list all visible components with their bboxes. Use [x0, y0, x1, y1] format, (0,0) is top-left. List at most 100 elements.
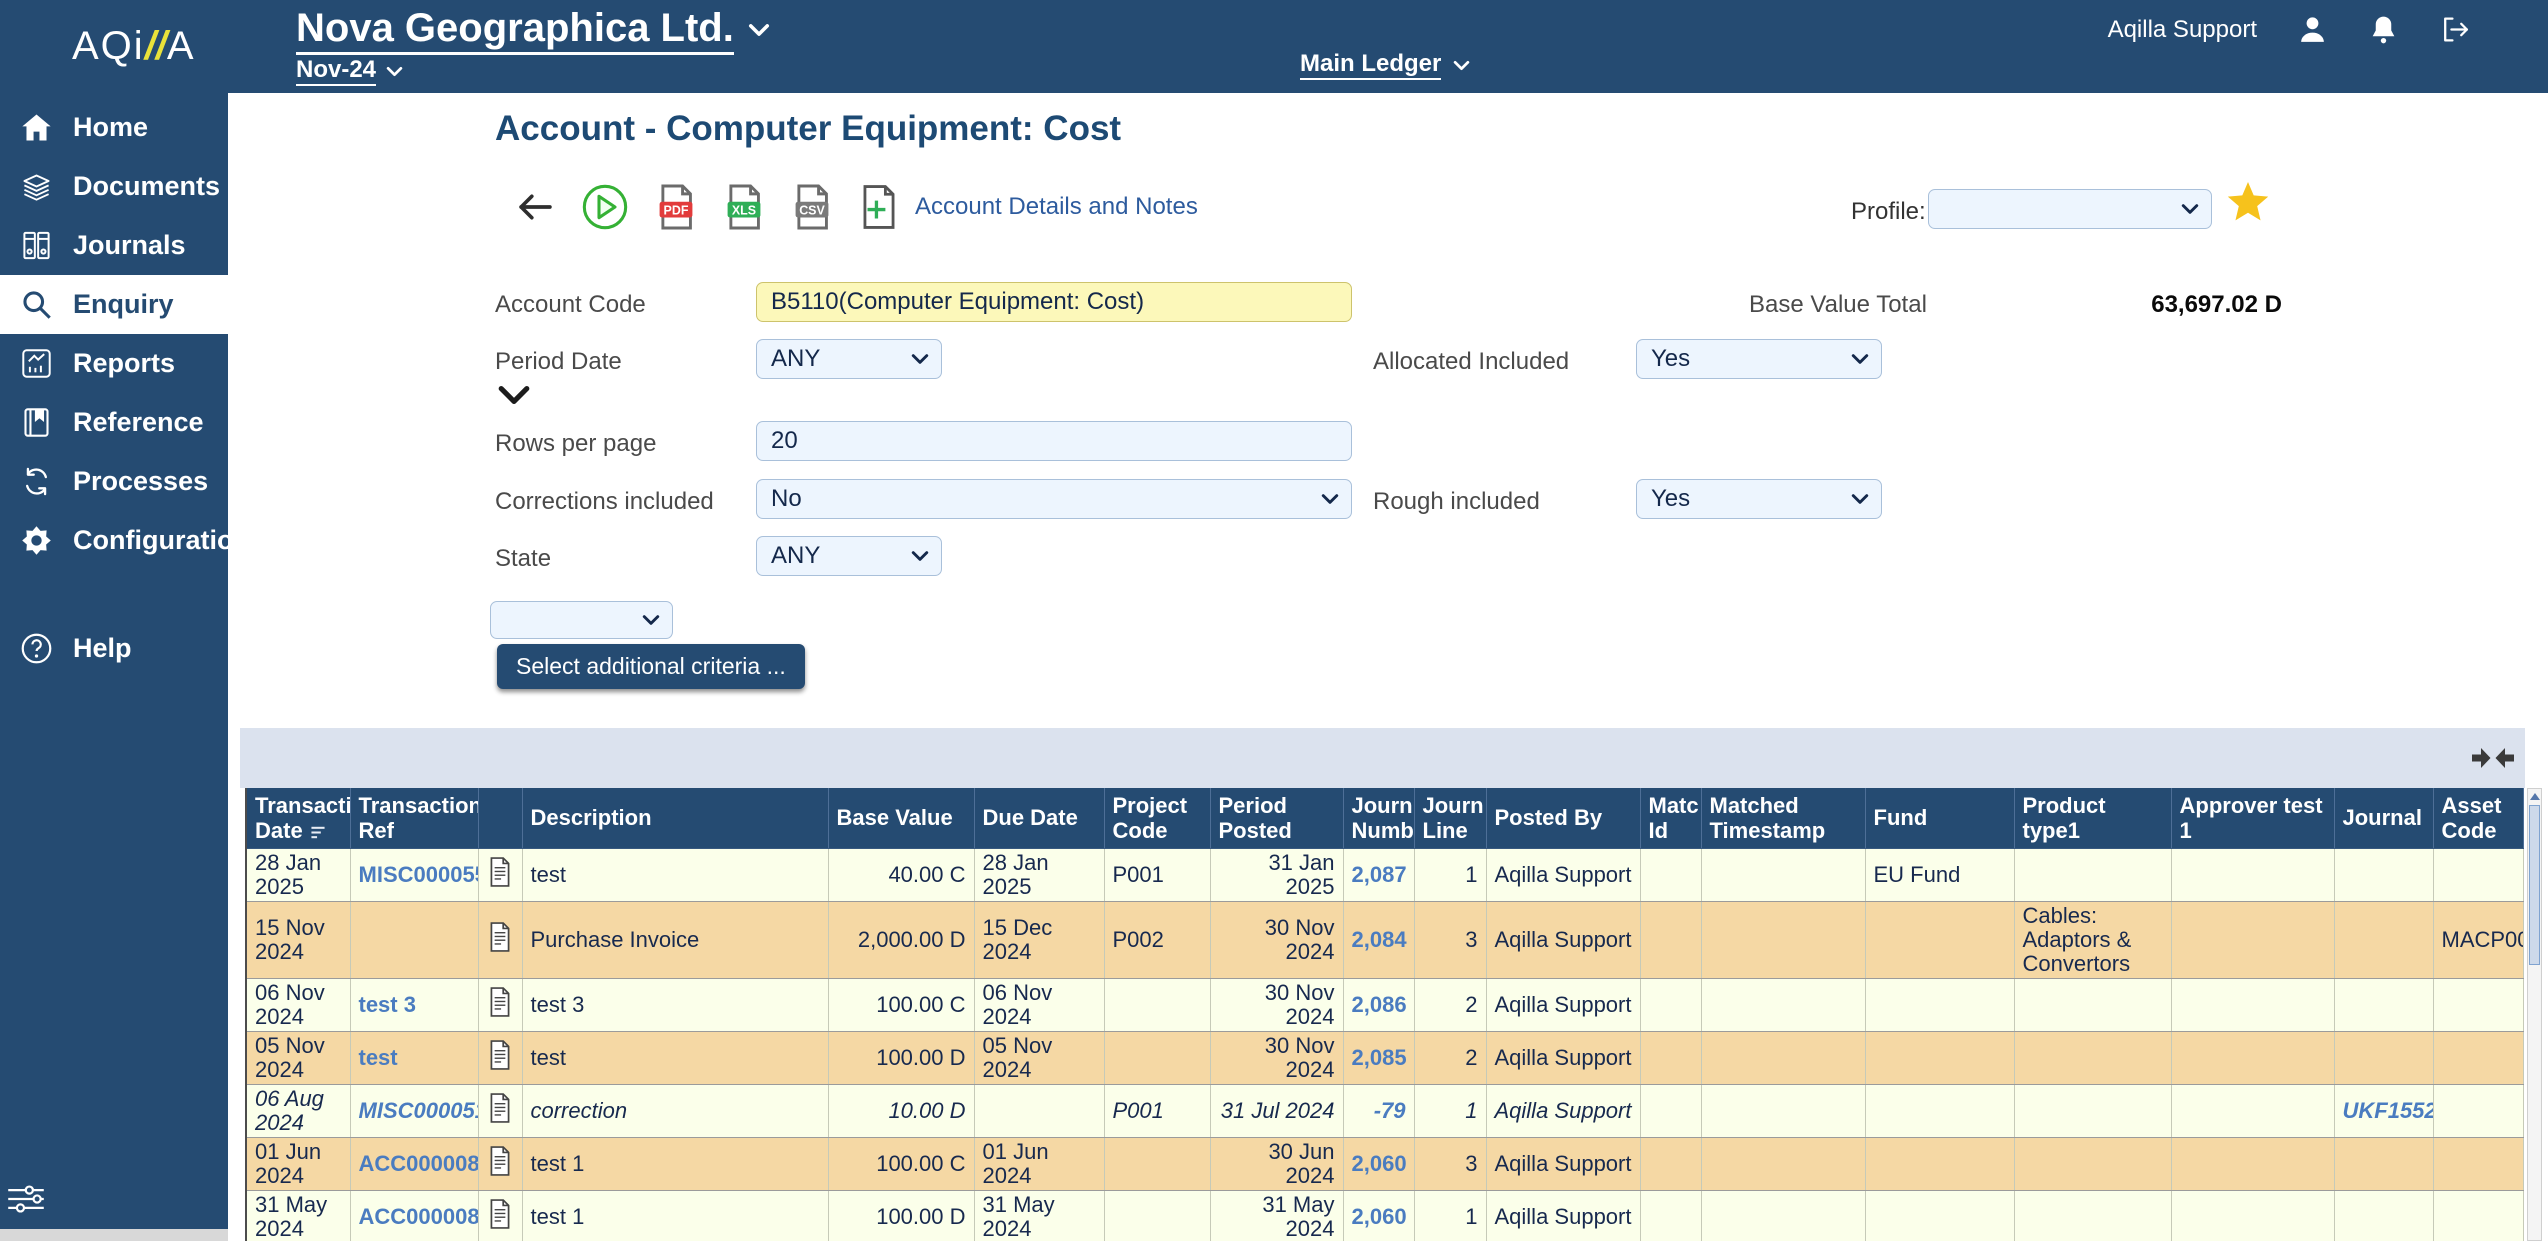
col-header-match-id[interactable]: Matc Id [1640, 788, 1701, 848]
vertical-scrollbar[interactable] [2527, 788, 2542, 1241]
corrections-included-select[interactable]: No [756, 479, 1352, 519]
sidebar-item-processes[interactable]: Processes [0, 452, 228, 511]
col-header-posted-by[interactable]: Posted By [1486, 788, 1640, 848]
col-header-matched-timestamp[interactable]: Matched Timestamp [1701, 788, 1865, 848]
cell-due-date: 31 May 2024 [974, 1190, 1104, 1241]
col-header-icon[interactable] [478, 788, 522, 848]
cell-matched-timestamp [1701, 1190, 1865, 1241]
star-icon[interactable] [2226, 181, 2270, 223]
col-header-transaction-ref[interactable]: Transaction Ref [350, 788, 478, 848]
sidebar-item-label: Documents [73, 171, 220, 202]
transaction-ref-link[interactable]: test 3 [359, 992, 416, 1017]
document-icon[interactable] [488, 857, 512, 887]
collapse-columns-icon[interactable] [2470, 743, 2516, 773]
cell-approver-test1 [2171, 978, 2334, 1031]
transaction-ref-link[interactable]: test [359, 1045, 398, 1070]
sidebar-item-label: Enquiry [73, 289, 174, 320]
sidebar-item-reference[interactable]: Reference [0, 393, 228, 452]
cell-journal-line: 1 [1414, 1084, 1486, 1137]
extra-criteria-select[interactable] [490, 601, 673, 639]
transaction-ref-link[interactable]: MISC000055 [359, 862, 479, 887]
horizontal-scrollbar[interactable] [0, 1229, 228, 1241]
journal-number-link[interactable]: 2,087 [1352, 862, 1407, 887]
transaction-ref-link[interactable]: ACC000008 [359, 1151, 479, 1176]
expand-criteria-icon[interactable] [498, 385, 530, 405]
user-name[interactable]: Aqilla Support [2108, 16, 2257, 44]
toolbar: PDF XLS CSV Account Details and Notes [515, 179, 1198, 235]
document-icon[interactable] [488, 1040, 512, 1070]
scroll-up-arrow-icon[interactable] [2530, 793, 2540, 800]
sidebar-item-configuration[interactable]: Configuration [0, 511, 228, 570]
rows-per-page-input[interactable] [756, 421, 1352, 461]
cell-journal-line: 2 [1414, 978, 1486, 1031]
col-header-period-posted[interactable]: Period Posted [1210, 788, 1343, 848]
col-header-journal-line[interactable]: Journ Line [1414, 788, 1486, 848]
journal-number-link[interactable]: 2,084 [1352, 927, 1407, 952]
select-additional-criteria-button[interactable]: Select additional criteria ... [497, 644, 805, 689]
sidebar-item-enquiry[interactable]: Enquiry [0, 275, 228, 334]
sidebar-item-label: Configuration [73, 525, 250, 556]
document-icon[interactable] [488, 1146, 512, 1176]
page-title: Account - Computer Equipment: Cost [495, 109, 1121, 149]
back-icon[interactable] [515, 191, 555, 223]
col-header-base-value[interactable]: Base Value [828, 788, 974, 848]
bell-icon[interactable] [2368, 14, 2399, 45]
sidebar-item-reports[interactable]: Reports [0, 334, 228, 393]
col-header-project-code[interactable]: Project Code [1104, 788, 1210, 848]
cell-matched-timestamp [1701, 901, 1865, 978]
cell-product-type1 [2014, 1031, 2171, 1084]
profile-select[interactable] [1928, 189, 2212, 229]
document-icon[interactable] [488, 1199, 512, 1229]
user-icon[interactable] [2297, 14, 2328, 45]
account-code-input[interactable] [756, 282, 1352, 322]
pdf-icon[interactable]: PDF [655, 183, 697, 231]
allocated-included-select[interactable]: Yes [1636, 339, 1882, 379]
journal-number-link[interactable]: -79 [1374, 1098, 1406, 1123]
journal-number-link[interactable]: 2,085 [1352, 1045, 1407, 1070]
col-header-description[interactable]: Description [522, 788, 828, 848]
sidebar-item-home[interactable]: Home [0, 98, 228, 157]
transaction-ref-link[interactable]: ACC000008 [359, 1204, 479, 1229]
col-header-transaction-date[interactable]: Transacti Date [246, 788, 350, 848]
run-icon[interactable] [581, 183, 629, 231]
app-window: AQi//A Nova Geographica Ltd. Nov-24 Main… [0, 0, 2548, 1241]
journal-number-link[interactable]: 2,060 [1352, 1151, 1407, 1176]
xls-icon[interactable]: XLS [723, 183, 765, 231]
state-select[interactable]: ANY [756, 536, 942, 576]
col-header-journal-number[interactable]: Journ Numb [1343, 788, 1414, 848]
period-menu[interactable]: Nov-24 [296, 56, 403, 86]
rough-included-select[interactable]: Yes [1636, 479, 1882, 519]
document-icon[interactable] [488, 1093, 512, 1123]
app-logo[interactable]: AQi//A [72, 24, 196, 69]
journal-number-link[interactable]: 2,060 [1352, 1204, 1407, 1229]
sliders-icon[interactable] [6, 1182, 46, 1216]
csv-icon[interactable]: CSV [791, 183, 833, 231]
logout-icon[interactable] [2439, 14, 2470, 45]
transaction-ref-link[interactable]: MISC000051 [359, 1098, 479, 1123]
period-label: Nov-24 [296, 56, 376, 86]
cell-due-date: 05 Nov 2024 [974, 1031, 1104, 1084]
col-header-due-date[interactable]: Due Date [974, 788, 1104, 848]
sidebar-item-journals[interactable]: Journals [0, 216, 228, 275]
journal-link[interactable]: UKF1552 [2343, 1098, 2434, 1123]
add-note-icon[interactable] [859, 184, 899, 230]
col-header-fund[interactable]: Fund [1865, 788, 2014, 848]
account-details-link[interactable]: Account Details and Notes [915, 193, 1198, 221]
company-menu[interactable]: Nova Geographica Ltd. [296, 4, 770, 55]
col-header-approver-test1[interactable]: Approver test 1 [2171, 788, 2334, 848]
scrollbar-thumb[interactable] [2529, 805, 2540, 965]
ledger-menu[interactable]: Main Ledger [1300, 50, 1470, 80]
cell-description: test [522, 1031, 828, 1084]
col-header-product-type1[interactable]: Product type1 [2014, 788, 2171, 848]
table-row: 01 Jun 2024ACC000008test 1100.00 C01 Jun… [246, 1137, 2523, 1190]
col-header-asset-code[interactable]: Asset Code [2433, 788, 2523, 848]
col-header-journal[interactable]: Journal [2334, 788, 2433, 848]
cell-period-posted: 31 May 2024 [1210, 1190, 1343, 1241]
document-icon[interactable] [488, 922, 512, 952]
journal-number-link[interactable]: 2,086 [1352, 992, 1407, 1017]
cell-fund [1865, 1137, 2014, 1190]
document-icon[interactable] [488, 987, 512, 1017]
sidebar-item-help[interactable]: Help [0, 619, 228, 678]
period-date-select[interactable]: ANY [756, 339, 942, 379]
sidebar-item-documents[interactable]: Documents [0, 157, 228, 216]
